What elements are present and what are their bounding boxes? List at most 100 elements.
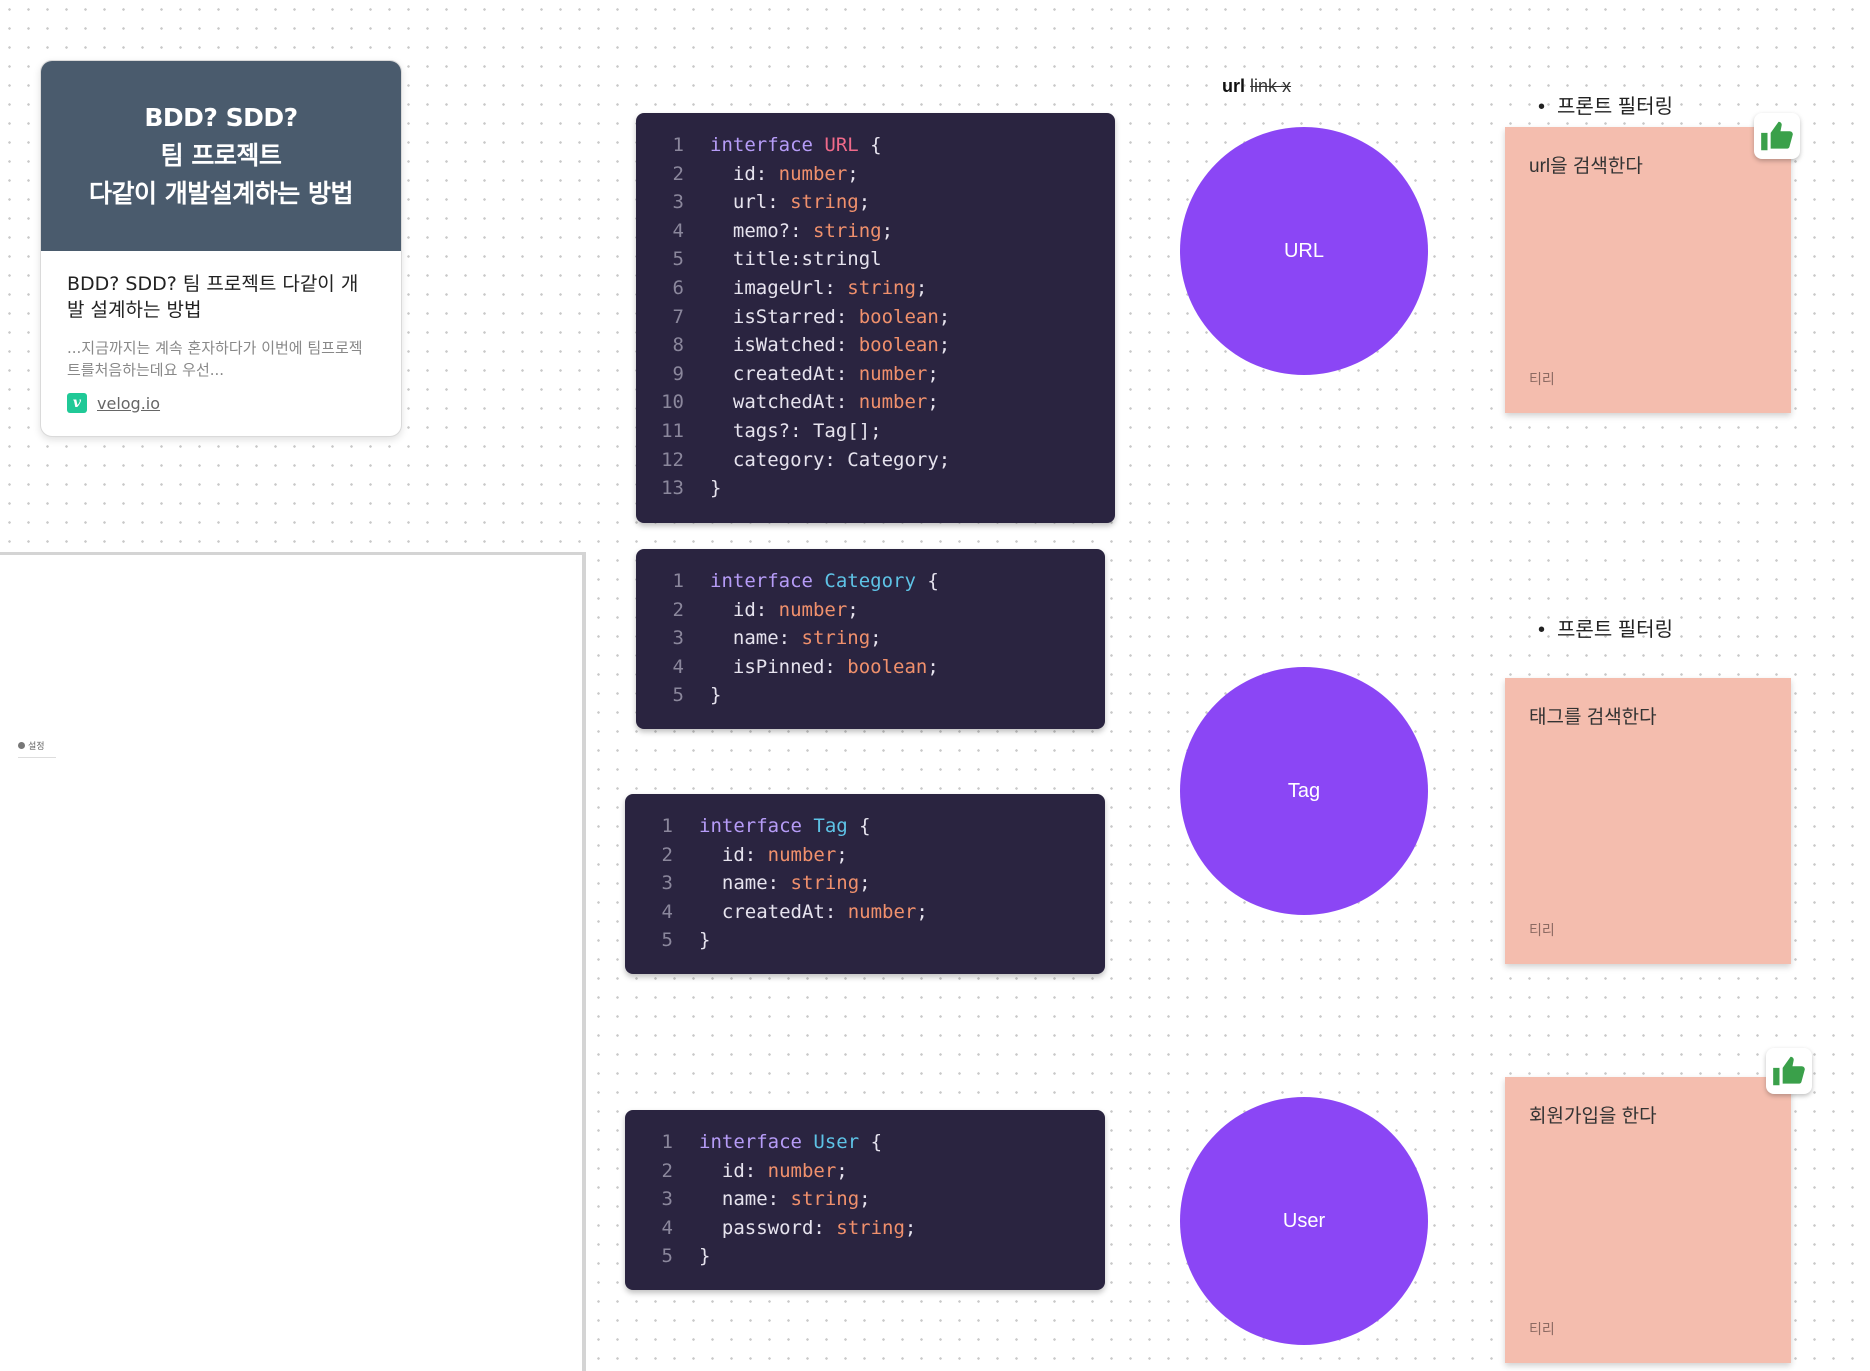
code-line: 10 watchedAt: number; [636, 388, 1115, 417]
code-token: { [915, 570, 939, 592]
thumbs-up-icon[interactable] [1766, 1048, 1812, 1094]
link-domain[interactable]: velog.io [97, 394, 160, 413]
code-token: } [699, 929, 711, 952]
code-text: isWatched: boolean; [710, 331, 950, 360]
code-token: ; [916, 900, 928, 923]
code-text: url: string; [710, 188, 870, 217]
code-block-category-interface[interactable]: 1 interface Category {2 id: number; 3 name… [636, 549, 1105, 729]
code-line: 5} [625, 1242, 1105, 1271]
code-text: createdAt: number; [710, 360, 939, 389]
code-token: interface [710, 134, 825, 156]
code-token: tags?: Tag[]; [710, 419, 882, 442]
code-line: 2 id: number; [636, 596, 1105, 625]
line-number: 5 [672, 684, 684, 707]
code-token: Tag [813, 815, 848, 837]
bullet-text[interactable]: 프론트 필터링 [1538, 90, 1673, 119]
code-text: interface URL { [710, 131, 882, 160]
bullet-text[interactable]: 프론트 필터링 [1538, 613, 1673, 642]
thumbs-up-icon[interactable] [1754, 113, 1800, 159]
code-token: } [710, 477, 722, 500]
link-title[interactable]: BDD? SDD? 팀 프로젝트 다같이 개발 설계하는 방법 [67, 271, 375, 323]
line-number: 5 [661, 929, 673, 952]
code-token: ; [847, 598, 859, 621]
code-token: number [858, 391, 928, 414]
line-number: 13 [661, 477, 684, 500]
thumbnail-line: 팀 프로젝트 [160, 141, 282, 170]
code-token: } [699, 1245, 711, 1268]
line-number: 4 [661, 1216, 673, 1239]
line-number: 3 [672, 627, 684, 650]
code-token: password: [699, 1216, 837, 1239]
line-number: 10 [661, 391, 684, 414]
code-token: } [710, 684, 722, 707]
code-block-tag-interface[interactable]: 1 interface Tag {2 id: number; 3 name: str… [625, 794, 1105, 974]
code-text: isPinned: boolean; [710, 653, 939, 682]
entity-circle-url[interactable]: URL [1180, 127, 1428, 375]
link-source[interactable]: v velog.io [67, 393, 375, 413]
line-number: 5 [661, 1245, 673, 1268]
line-number: 12 [661, 448, 684, 471]
code-line: 4 password: string; [625, 1214, 1105, 1243]
code-line: 4 memo?: string; [636, 217, 1115, 246]
code-line: 2 id: number; [625, 841, 1105, 870]
code-token: name: [699, 1188, 791, 1211]
code-token: name: [710, 627, 802, 650]
line-number: 2 [672, 162, 684, 185]
line-number: 5 [672, 248, 684, 271]
code-token: string [801, 627, 871, 650]
code-line: 6 imageUrl: string; [636, 274, 1115, 303]
line-number: 1 [661, 1131, 673, 1153]
code-line: 3 name: string; [625, 869, 1105, 898]
code-text: id: number; [710, 160, 859, 189]
code-line: 1 interface User { [625, 1128, 1105, 1157]
code-line: 8 isWatched: boolean; [636, 331, 1115, 360]
code-text: isStarred: boolean; [710, 303, 950, 332]
code-token: { [847, 815, 871, 837]
code-line: 2 id: number; [636, 160, 1115, 189]
entity-circle-tag[interactable]: Tag [1180, 667, 1428, 915]
sticky-note[interactable]: url을 검색한다 티리 [1505, 127, 1791, 413]
code-token: id: [699, 843, 768, 866]
code-token: createdAt: [699, 900, 848, 923]
line-number: 4 [661, 900, 673, 923]
code-token: string [790, 872, 860, 895]
code-token: URL [824, 134, 859, 156]
code-block-user-interface[interactable]: 1 interface User {2 id: number; 3 name: st… [625, 1110, 1105, 1290]
code-text: name: string; [710, 624, 882, 653]
code-token: number [767, 1159, 837, 1182]
code-token: ; [859, 1188, 871, 1211]
code-line: 7 isStarred: boolean; [636, 303, 1115, 332]
sticky-note[interactable]: 태그를 검색한다 티리 [1505, 678, 1791, 964]
code-text: watchedAt: number; [710, 388, 939, 417]
code-text: id: number; [699, 841, 848, 870]
settings-menu-item[interactable]: 설정 [18, 739, 56, 758]
code-token: memo?: [710, 219, 813, 242]
line-number: 4 [672, 655, 684, 678]
code-token: ; [927, 391, 939, 414]
entity-circle-user[interactable]: User [1180, 1097, 1428, 1345]
code-text: name: string; [699, 1185, 871, 1214]
code-token: number [767, 843, 837, 866]
sticky-note[interactable]: 회원가입을 한다 티리 [1505, 1077, 1791, 1363]
code-token: boolean [858, 305, 939, 328]
code-token: isWatched: [710, 334, 859, 357]
code-text: name: string; [699, 869, 871, 898]
code-text: } [699, 926, 710, 955]
code-block-url-interface[interactable]: 1 interface URL {2 id: number; 3 url: stri… [636, 113, 1115, 523]
line-number: 8 [672, 334, 684, 357]
code-token: string [790, 1188, 860, 1211]
code-token: ; [904, 1216, 917, 1239]
code-token: string [836, 1216, 905, 1239]
code-token: ; [836, 1159, 848, 1182]
code-line: 5} [636, 681, 1105, 710]
sticky-note-author: 티리 [1529, 1321, 1555, 1337]
circle-label: User [1282, 1209, 1326, 1232]
embedded-frame[interactable]: 설정 [0, 552, 586, 1371]
line-number: 6 [672, 276, 684, 299]
link-preview-card[interactable]: BDD? SDD? 팀 프로젝트 다같이 개발설계하는 방법 BDD? SDD?… [40, 60, 402, 437]
code-token: ; [927, 655, 939, 678]
code-token: isPinned: [710, 655, 848, 678]
code-text: } [710, 681, 721, 710]
code-token: ; [859, 872, 871, 895]
url-note-bold: url [1222, 76, 1246, 96]
